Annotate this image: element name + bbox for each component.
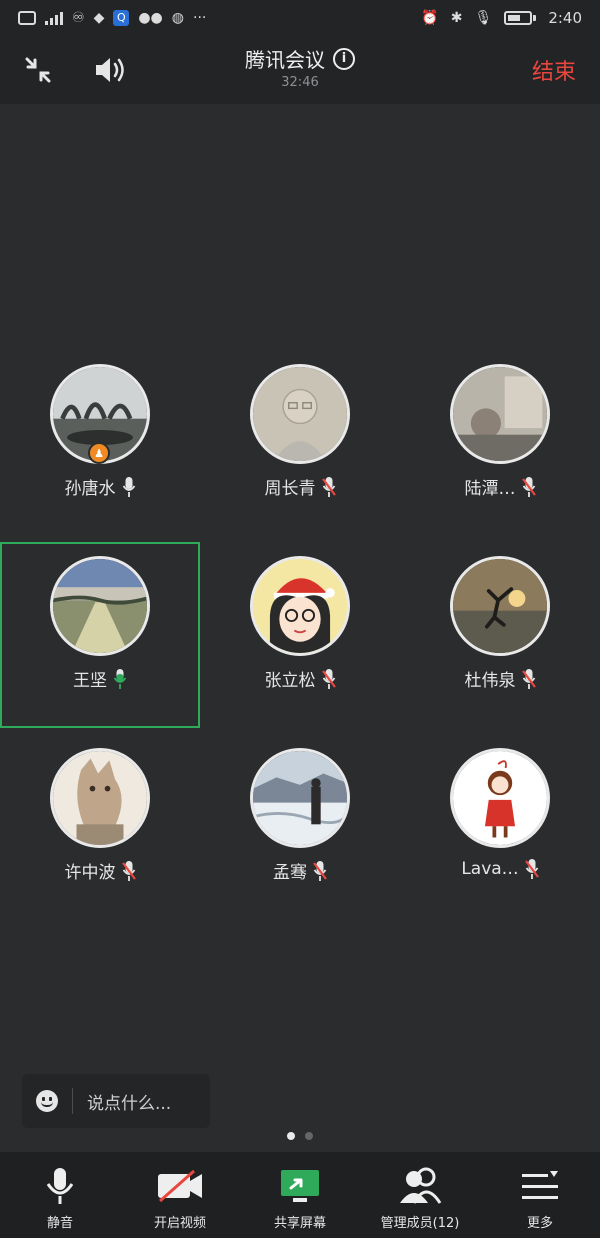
battery-icon <box>504 11 537 25</box>
meeting-duration: 32:46 <box>281 75 319 90</box>
message-icon: ◍ <box>171 10 184 26</box>
avatar <box>50 748 150 848</box>
members-label: 管理成员(12) <box>380 1216 460 1231</box>
participant-name: 陆潭… <box>464 479 516 499</box>
participant-name: 许中波 <box>64 863 116 883</box>
mic-muted-icon <box>524 859 539 879</box>
status-right-icons: ⏰ ✱ 🎙 2:40 <box>421 9 582 27</box>
participant-name: 孟骞 <box>273 863 307 883</box>
status-time: 2:40 <box>548 9 582 27</box>
mic-on-icon <box>122 476 135 497</box>
more-label: 更多 <box>526 1216 553 1231</box>
mic-muted-icon <box>321 668 336 689</box>
more-menu-icon <box>522 1171 558 1199</box>
participant-tile[interactable]: ♟ 孙唐水 <box>0 350 200 536</box>
page-dot-active[interactable] <box>287 1132 295 1140</box>
members-icon <box>400 1167 442 1204</box>
meeting-title-block: 腾讯会议 i 32:46 <box>0 44 600 90</box>
avatar <box>250 748 350 848</box>
mic-icon: 🎙 <box>474 10 493 26</box>
mic-speaking-icon <box>113 668 127 689</box>
mic-muted-icon <box>321 476 336 497</box>
mic-muted-icon <box>313 860 327 881</box>
participant-tile[interactable]: 许中波 <box>0 734 200 920</box>
info-icon[interactable]: i <box>333 47 355 70</box>
share-screen-button[interactable]: 共享屏幕 <box>240 1152 360 1238</box>
share-label: 共享屏幕 <box>273 1216 326 1231</box>
avatar <box>50 556 150 656</box>
mic-muted-icon <box>121 860 136 881</box>
hd-icon <box>18 11 36 25</box>
host-badge-icon: ♟ <box>88 442 110 464</box>
emoji-icon[interactable] <box>36 1090 58 1112</box>
status-left-icons: ♾ ◆ Q ●● ◍ ··· <box>18 10 206 26</box>
manage-members-button[interactable]: 管理成员(12) <box>360 1152 480 1238</box>
participant-tile[interactable]: 周长青 <box>200 350 400 536</box>
mic-muted-icon <box>521 668 536 689</box>
wechat-icon: ●● <box>138 10 163 26</box>
alarm-icon: ⏰ <box>421 10 439 26</box>
video-off-icon <box>158 1169 202 1203</box>
more-dots-icon: ··· <box>193 10 207 26</box>
meeting-title: 腾讯会议 <box>245 48 325 72</box>
mute-button[interactable]: 静音 <box>0 1152 120 1238</box>
bluetooth-icon: ✱ <box>450 10 463 26</box>
participant-tile[interactable]: 张立松 <box>200 542 400 728</box>
share-screen-icon <box>281 1170 319 1202</box>
mic-muted-icon <box>521 476 536 497</box>
participant-tile[interactable]: 孟骞 <box>200 734 400 920</box>
participant-tile[interactable]: Lava… <box>400 734 600 920</box>
participant-name: Lava… <box>461 859 519 879</box>
microphone-icon <box>46 1168 74 1204</box>
chat-input[interactable]: 说点什么... <box>22 1074 210 1128</box>
chat-divider <box>72 1088 73 1114</box>
page-indicator <box>0 1132 600 1140</box>
meeting-header: 腾讯会议 i 32:46 结束 <box>0 36 600 104</box>
avatar <box>450 556 550 656</box>
participant-tile[interactable]: 杜伟泉 <box>400 542 600 728</box>
participant-name: 周长青 <box>264 479 316 499</box>
avatar <box>450 364 550 464</box>
status-bar: ♾ ◆ Q ●● ◍ ··· ⏰ ✱ 🎙 2:40 <box>0 0 600 36</box>
chat-placeholder: 说点什么... <box>87 1093 172 1114</box>
start-video-button[interactable]: 开启视频 <box>120 1152 240 1238</box>
video-label: 开启视频 <box>153 1216 206 1231</box>
app-icon: Q <box>113 10 130 26</box>
participant-tile-active[interactable]: 王坚 <box>0 542 200 728</box>
participant-name: 张立松 <box>264 671 316 691</box>
participant-name: 王坚 <box>73 671 107 691</box>
participant-tile[interactable]: 陆潭… <box>400 350 600 536</box>
participant-name: 孙唐水 <box>64 479 116 499</box>
qq-icon: ◆ <box>93 10 105 26</box>
participant-name: 杜伟泉 <box>464 671 516 691</box>
signal-icon <box>45 11 63 25</box>
mute-label: 静音 <box>46 1216 73 1231</box>
page-dot[interactable] <box>305 1132 313 1140</box>
avatar <box>450 748 550 848</box>
data-icon: ♾ <box>72 10 85 26</box>
more-button[interactable]: 更多 <box>480 1152 600 1238</box>
avatar <box>250 364 350 464</box>
bottom-toolbar: 静音 开启视频 共享屏幕 管理成员(12) 更多 <box>0 1152 600 1238</box>
end-meeting-button[interactable]: 结束 <box>532 54 576 86</box>
avatar <box>250 556 350 656</box>
